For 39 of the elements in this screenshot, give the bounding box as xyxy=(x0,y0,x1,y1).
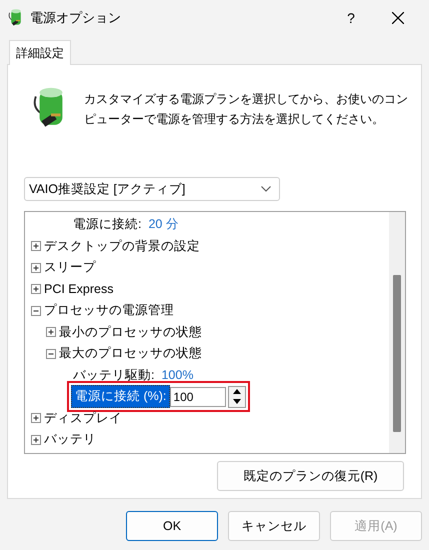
tree-item[interactable]: 最大のプロセッサの状態 xyxy=(59,345,202,362)
expand-icon[interactable] xyxy=(31,434,41,445)
tree-item[interactable]: ディスプレイ xyxy=(44,410,122,427)
spin-up-button[interactable] xyxy=(229,386,246,397)
down-icon xyxy=(233,399,242,404)
help-button[interactable]: ? xyxy=(333,3,369,33)
spin-down-button[interactable] xyxy=(229,396,246,407)
expand-icon[interactable] xyxy=(46,327,56,338)
dialog-button[interactable]: キャンセル xyxy=(228,511,320,541)
up-icon xyxy=(233,389,242,394)
setting-value[interactable]: 100% xyxy=(161,368,194,382)
scrollbar[interactable] xyxy=(389,212,405,453)
tab[interactable]: 詳細設定 xyxy=(9,40,71,65)
tree-item[interactable]: プロセッサの電源管理 xyxy=(44,302,174,320)
chevron-down-icon xyxy=(261,186,271,192)
collapse-icon[interactable] xyxy=(46,348,56,359)
scroll-thumb[interactable] xyxy=(393,275,401,432)
setting-value[interactable]: 20 分 xyxy=(148,216,179,234)
setting-label[interactable]: 電源に接続: xyxy=(73,216,142,234)
expand-icon[interactable] xyxy=(31,413,41,424)
dialog-button[interactable]: OK xyxy=(126,511,218,541)
description-text: カスタマイズする電源プランを選択してから、お使いのコンピューターで電源を管理する方法を選択してください。 xyxy=(84,91,409,128)
restore-defaults-button[interactable]: 既定のプランの復元(R) xyxy=(217,461,404,491)
plan-dropdown[interactable]: VAIO推奨設定 [アクティブ] xyxy=(24,177,280,201)
tree-item[interactable]: PCI Express xyxy=(44,282,114,296)
tree-item[interactable]: デスクトップの背景の設定 xyxy=(44,238,200,255)
window-title: 電源オプション xyxy=(30,9,122,27)
tree-item[interactable]: バッテリ xyxy=(44,431,96,448)
collapse-icon[interactable] xyxy=(31,306,41,316)
expand-icon[interactable] xyxy=(31,241,41,252)
tree-item[interactable]: 最小のプロセッサの状態 xyxy=(59,324,202,341)
battery-icon xyxy=(8,8,24,28)
close-icon xyxy=(392,12,404,24)
expand-icon[interactable] xyxy=(31,284,41,294)
expand-icon[interactable] xyxy=(31,262,41,273)
setting-label[interactable]: 電源に接続 (%): xyxy=(71,385,170,408)
tree-item[interactable]: スリープ xyxy=(44,259,96,276)
value-field[interactable]: 100 xyxy=(170,386,226,407)
setting-label[interactable]: バッテリ駆動: xyxy=(73,366,154,384)
